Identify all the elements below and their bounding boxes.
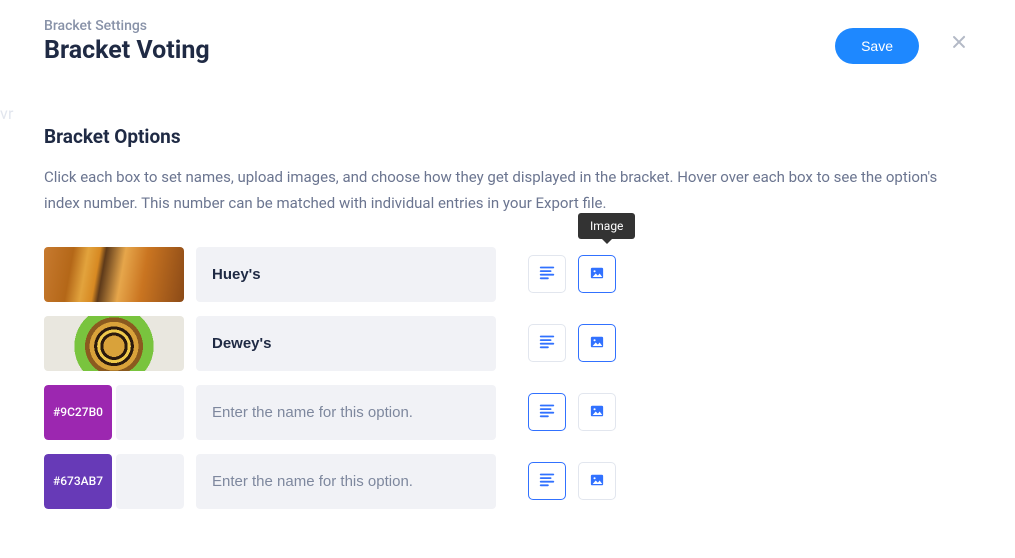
tooltip-image: Image xyxy=(578,213,635,239)
display-mode-text-button[interactable] xyxy=(528,255,566,293)
close-icon xyxy=(951,34,967,50)
image-icon xyxy=(590,472,604,491)
option-name-input[interactable] xyxy=(196,385,496,440)
image-icon xyxy=(590,265,604,284)
breadcrumb: Bracket Settings xyxy=(44,18,835,34)
option-row: #9C27B0 xyxy=(44,385,971,440)
display-mode-image-button[interactable] xyxy=(578,324,616,362)
display-mode-group xyxy=(528,324,616,362)
color-swatch[interactable]: #673AB7 xyxy=(44,454,112,509)
display-mode-text-button[interactable] xyxy=(528,324,566,362)
text-lines-icon xyxy=(538,263,556,285)
option-thumbnail[interactable] xyxy=(44,247,184,302)
display-mode-image-button[interactable] xyxy=(578,255,616,293)
display-mode-group xyxy=(528,393,616,431)
option-row xyxy=(44,247,971,302)
save-button[interactable]: Save xyxy=(835,28,919,64)
bracket-options-list: #9C27B0 #673AB7 xyxy=(44,247,971,509)
display-mode-image-button[interactable] xyxy=(578,393,616,431)
display-mode-group xyxy=(528,462,616,500)
empty-swatch[interactable] xyxy=(116,454,184,509)
option-name-input[interactable] xyxy=(196,316,496,371)
section-title: Bracket Options xyxy=(44,125,971,148)
background-ghost-text: vr xyxy=(0,104,14,123)
option-thumbnail[interactable]: #673AB7 xyxy=(44,454,184,509)
page-header: Bracket Settings Bracket Voting Save xyxy=(44,18,971,65)
section-description: Click each box to set names, upload imag… xyxy=(44,164,964,217)
image-icon xyxy=(590,403,604,422)
text-lines-icon xyxy=(538,470,556,492)
display-mode-text-button[interactable] xyxy=(528,462,566,500)
option-name-input[interactable] xyxy=(196,247,496,302)
option-row xyxy=(44,316,971,371)
option-name-input[interactable] xyxy=(196,454,496,509)
display-mode-image-button[interactable] xyxy=(578,462,616,500)
close-button[interactable] xyxy=(947,30,971,54)
option-thumbnail[interactable]: #9C27B0 xyxy=(44,385,184,440)
display-mode-group xyxy=(528,255,616,293)
text-lines-icon xyxy=(538,332,556,354)
page-title: Bracket Voting xyxy=(44,36,835,65)
text-lines-icon xyxy=(538,401,556,423)
display-mode-text-button[interactable] xyxy=(528,393,566,431)
option-row: #673AB7 xyxy=(44,454,971,509)
empty-swatch[interactable] xyxy=(116,385,184,440)
image-icon xyxy=(590,334,604,353)
option-thumbnail[interactable] xyxy=(44,316,184,371)
color-swatch[interactable]: #9C27B0 xyxy=(44,385,112,440)
